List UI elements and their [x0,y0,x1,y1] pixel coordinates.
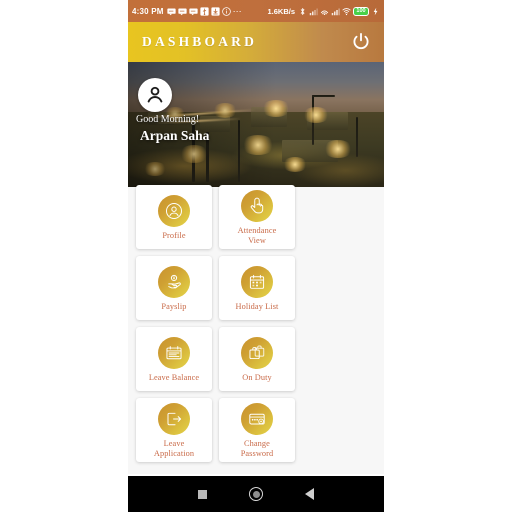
status-bar-notification-icons: ⋯ [167,5,243,16]
overflow-dots-icon: ⋯ [232,5,243,16]
battery-icon: 100 [353,6,369,16]
alarm-icon [320,7,329,16]
profile-icon [158,195,190,228]
dashboard-grid: Profile Attendance View Payslip Holiday … [128,185,384,462]
grid-item-label: Attendance View [237,226,277,245]
grid-item-attendance-view[interactable]: Attendance View [219,185,295,249]
hand-money-icon [158,266,190,299]
grid-item-on-duty[interactable]: On Duty [219,327,295,391]
grid-item-holiday-list[interactable]: Holiday List [219,256,295,320]
network-speed-label: 1.6KB/s [267,6,295,16]
power-icon[interactable] [348,29,374,55]
status-bar-system-icons: 1.6KB/s 100 [267,6,380,16]
grid-item-leave-application[interactable]: Leave Application [136,398,212,462]
avatar[interactable] [138,78,172,112]
bluetooth-icon [298,7,307,16]
signal-bars-icon [331,7,340,16]
user-avatar-icon [147,86,163,103]
fingerprint-touch-icon [241,190,273,223]
message-icon [189,7,198,16]
page-title: DASHBOARD [142,34,258,49]
grid-item-payslip[interactable]: Payslip [136,256,212,320]
banner-building [281,139,338,162]
download-icon [211,6,220,16]
calendar-balance-icon [158,337,190,370]
charging-bolt-icon [371,7,380,16]
grid-item-label: On Duty [242,373,272,383]
user-name: Arpan Saha [140,128,210,143]
message-icon [178,7,187,16]
status-bar-clock: 4:30 PM [132,6,164,16]
greeting-text: Good Morning! [136,114,200,125]
banner-chimney [355,117,358,157]
android-nav-bar [128,476,384,512]
grid-item-profile[interactable]: Profile [136,185,212,249]
banner-crane [312,94,315,145]
recents-square-icon[interactable] [198,489,207,499]
grid-item-label: Leave Application [153,439,195,458]
grid-item-label: Holiday List [235,302,279,312]
calendar-icon [241,266,273,299]
info-icon [221,6,231,16]
app-bar: DASHBOARD [128,22,384,62]
usb-icon [200,6,209,16]
banner-crane-arm [312,94,336,97]
wifi-icon [342,7,351,16]
exit-arrow-icon [158,403,190,436]
grid-item-label: Change Password [240,439,274,458]
grid-item-label: Profile [162,231,186,241]
signal-bars-icon [309,7,318,16]
message-icon [167,7,176,16]
status-bar: 4:30 PM ⋯ 1.6KB/s 100 [128,0,384,22]
password-card-icon [241,403,273,436]
grid-item-label: Payslip [161,302,187,312]
phone-screen: 4:30 PM ⋯ 1.6KB/s 100 DASHBOARD Good Mor… [128,0,384,512]
banner-image: Good Morning! Arpan Saha [128,62,384,187]
grid-item-leave-balance[interactable]: Leave Balance [136,327,212,391]
back-triangle-icon[interactable] [305,488,314,500]
home-circle-icon[interactable] [249,487,263,501]
grid-item-label: Leave Balance [148,373,200,383]
briefcase-icon [241,337,273,370]
grid-item-change-password[interactable]: Change Password [219,398,295,462]
